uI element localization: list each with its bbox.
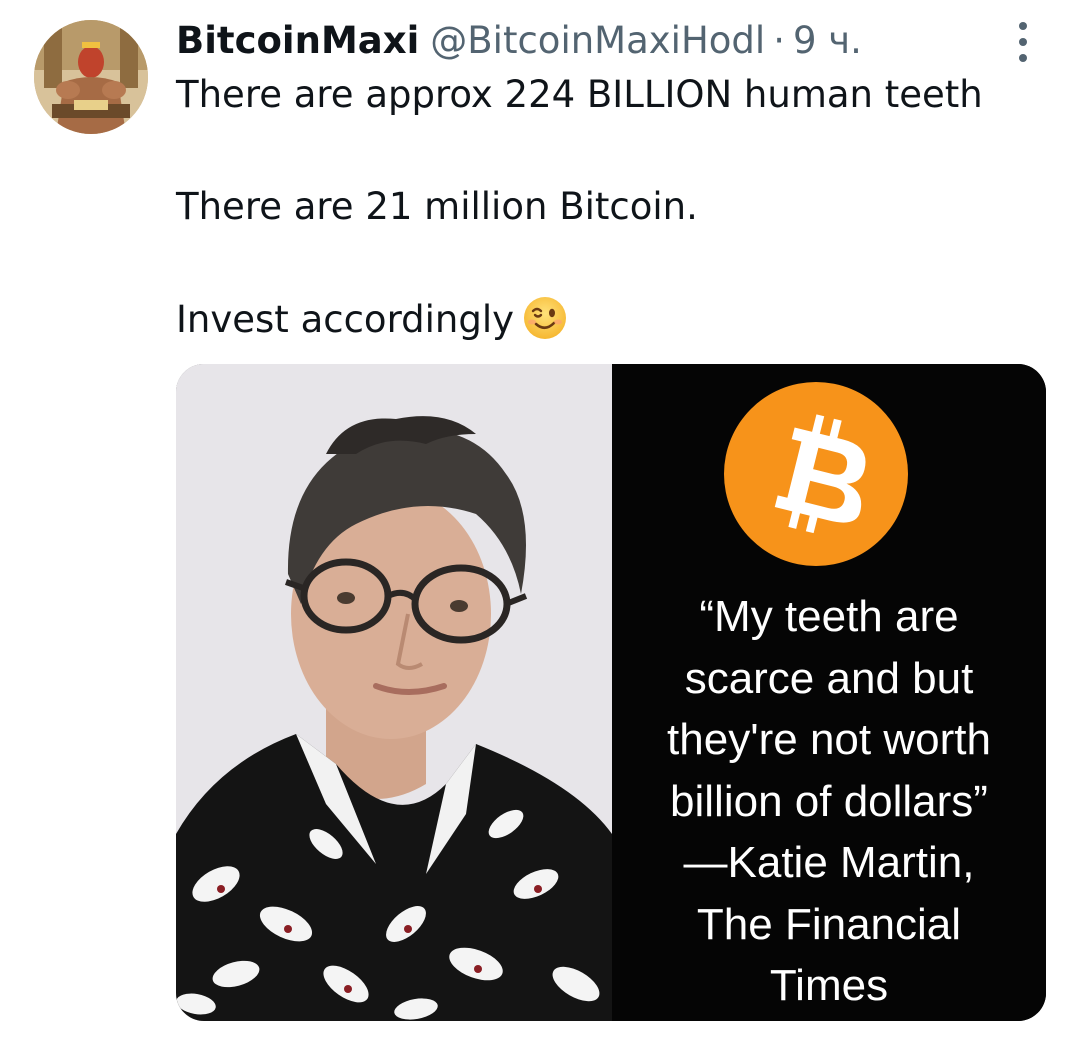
tweet-header: BitcoinMaxi @BitcoinMaxiHodl · 9 ч. <box>176 16 862 64</box>
quote-line: scarce and but <box>684 653 974 703</box>
user-handle[interactable]: @BitcoinMaxiHodl <box>430 19 765 62</box>
quote-line: —Katie Martin, <box>683 838 975 887</box>
quote-panel: “My teeth are scarce and but they're not… <box>612 364 1046 1021</box>
more-dot <box>1019 54 1027 62</box>
avatar[interactable] <box>34 20 148 134</box>
separator-dot: · <box>773 18 785 62</box>
quote-line: they're not worth <box>667 715 991 764</box>
avatar-image <box>34 20 148 134</box>
tweet-text-line: There are approx 224 BILLION human teeth <box>176 73 983 116</box>
tweet-text-line: There are 21 million Bitcoin. <box>176 185 698 228</box>
tweet-media-image[interactable]: “My teeth are scarce and but they're not… <box>176 364 1046 1021</box>
display-name[interactable]: BitcoinMaxi <box>176 19 419 62</box>
quote-line: billion of dollars” <box>670 776 988 826</box>
more-options-icon[interactable] <box>1010 22 1036 62</box>
bitcoin-logo-icon <box>724 382 908 566</box>
tweet-text-line-with-emoji: Invest accordingly <box>176 295 568 344</box>
person-photo <box>176 364 612 1021</box>
quote-line: The Financial <box>696 899 962 949</box>
more-dot <box>1019 38 1027 46</box>
winking-face-icon <box>522 295 568 341</box>
tweet-text: Invest accordingly <box>176 298 515 341</box>
quote-line: Times <box>769 961 889 1010</box>
timestamp[interactable]: 9 ч. <box>793 19 862 62</box>
more-dot <box>1019 22 1027 30</box>
quote-line: “My teeth are <box>699 592 959 641</box>
quote-text: “My teeth are scarce and but they're not… <box>612 586 1046 1017</box>
